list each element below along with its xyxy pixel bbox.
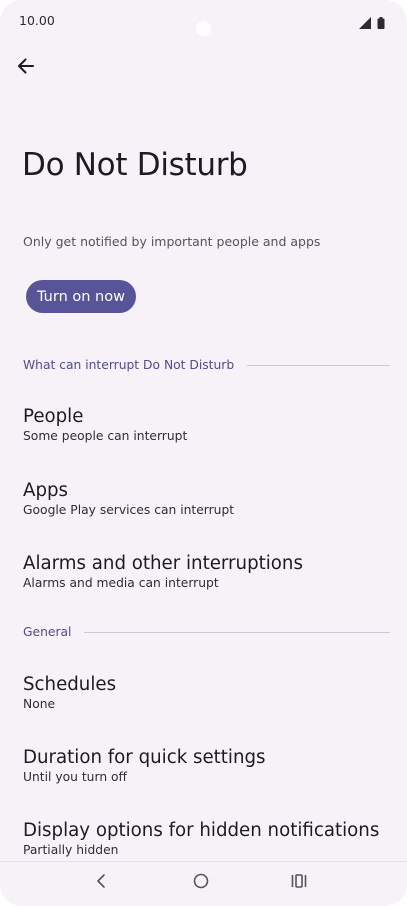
nav-home-button[interactable] — [188, 871, 214, 895]
navigation-bar — [0, 861, 407, 906]
list-item-summary: None — [23, 697, 56, 711]
list-item-apps[interactable]: Apps Google Play services can interrupt — [23, 480, 390, 518]
list-item-display-options[interactable]: Display options for hidden notifications… — [23, 820, 390, 858]
list-item-title: People — [23, 406, 84, 427]
battery-icon — [377, 14, 385, 33]
list-item-summary: Alarms and media can interrupt — [23, 576, 219, 590]
list-item-people[interactable]: People Some people can interrupt — [23, 406, 390, 444]
section-header-label: General — [23, 625, 72, 639]
section-divider — [84, 631, 390, 633]
back-nav-icon — [95, 873, 107, 893]
page-title: Do Not Disturb — [22, 147, 248, 183]
section-divider — [247, 364, 390, 366]
section-header-general: General — [23, 625, 390, 639]
list-item-title: Display options for hidden notifications — [23, 820, 380, 841]
front-camera — [196, 21, 211, 36]
home-nav-icon — [192, 872, 210, 894]
list-item-schedules[interactable]: Schedules None — [23, 674, 390, 712]
status-time: 10.00 — [19, 13, 55, 28]
signal-icon — [359, 14, 371, 33]
list-item-title: Alarms and other interruptions — [23, 553, 303, 574]
list-item-summary: Until you turn off — [23, 770, 128, 784]
nav-back-button[interactable] — [88, 871, 114, 895]
list-item-alarms[interactable]: Alarms and other interruptions Alarms an… — [23, 553, 390, 591]
section-header-interrupt: What can interrupt Do Not Disturb — [23, 358, 390, 372]
recents-nav-icon — [290, 873, 308, 893]
section-header-label: What can interrupt Do Not Disturb — [23, 358, 235, 372]
list-item-summary: Some people can interrupt — [23, 429, 188, 443]
arrow-left-icon — [16, 56, 36, 80]
nav-recents-button[interactable] — [286, 871, 312, 895]
phone-screen: 10.00 Do Not Disturb Only get notified b… — [0, 0, 407, 906]
list-item-summary: Partially hidden — [23, 843, 119, 857]
back-button[interactable] — [14, 56, 38, 80]
list-item-title: Apps — [23, 480, 69, 501]
turn-on-now-button[interactable]: Turn on now — [26, 280, 136, 313]
list-item-title: Schedules — [23, 674, 117, 695]
status-bar: 10.00 — [0, 0, 407, 40]
list-item-summary: Google Play services can interrupt — [23, 503, 235, 517]
status-icons — [359, 14, 385, 33]
list-item-duration[interactable]: Duration for quick settings Until you tu… — [23, 747, 390, 785]
list-item-title: Duration for quick settings — [23, 747, 266, 768]
page-subtitle: Only get notified by important people an… — [23, 234, 321, 249]
